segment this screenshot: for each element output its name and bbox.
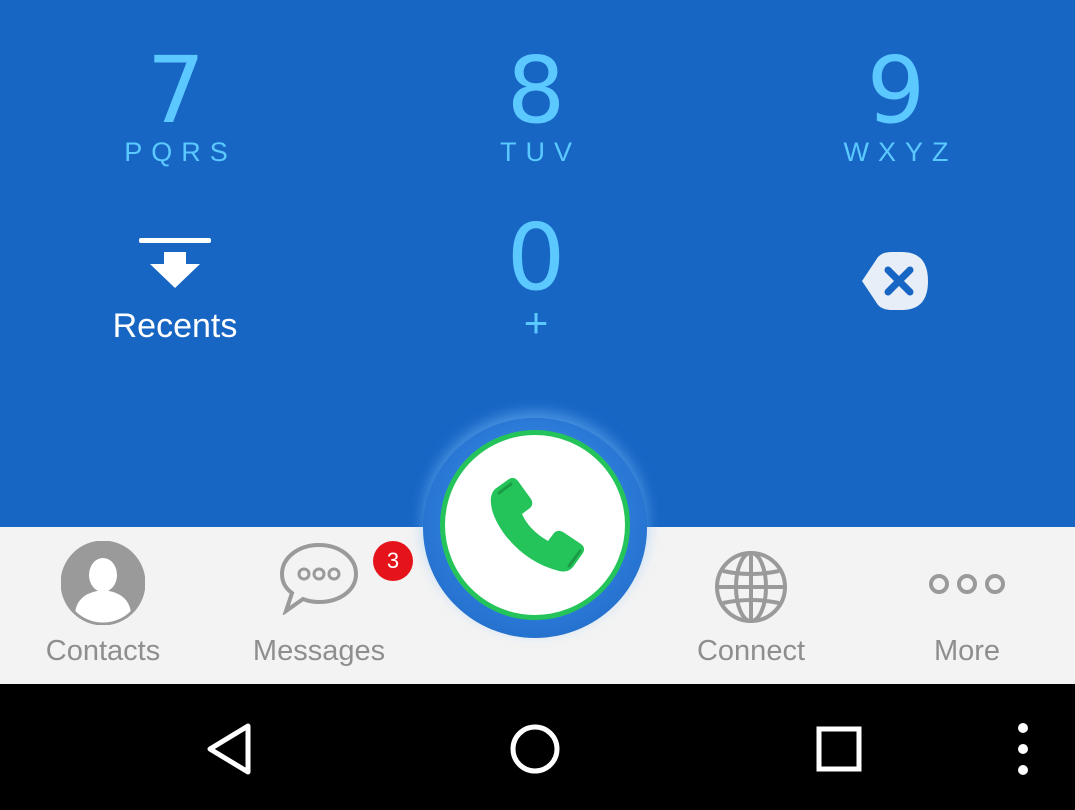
back-icon <box>207 723 251 775</box>
globe-icon <box>715 551 787 623</box>
call-button[interactable] <box>440 430 630 620</box>
chat-bubble-icon <box>279 542 359 615</box>
tab-label: Messages <box>252 635 386 667</box>
phone-icon <box>490 477 585 572</box>
pull-down-arrow-icon <box>139 238 211 288</box>
home-icon <box>510 724 560 774</box>
tab-label: More <box>933 635 1001 667</box>
overflow-menu-icon <box>1018 723 1028 775</box>
backspace-icon <box>862 252 928 310</box>
key-letters: PQRS <box>124 137 237 167</box>
backspace-button[interactable] <box>858 248 934 314</box>
key-7[interactable]: 7 PQRS <box>56 45 296 195</box>
unread-messages-badge: 3 <box>373 541 413 581</box>
system-navigation-bar <box>0 684 1075 810</box>
overflow-menu-button[interactable] <box>988 714 1058 784</box>
call-button-ring <box>423 418 647 638</box>
recents-button[interactable]: Recents <box>75 236 275 351</box>
key-digit: 7 <box>146 37 206 144</box>
tab-contacts[interactable]: Contacts <box>13 527 193 684</box>
key-plus: + <box>523 299 549 346</box>
key-letters: WXYZ <box>843 137 958 167</box>
key-letters: TUV <box>500 137 581 167</box>
recent-apps-icon <box>816 726 862 772</box>
key-digit: 8 <box>506 37 566 144</box>
key-8[interactable]: 8 TUV <box>416 45 656 195</box>
tab-label: Contacts <box>45 635 161 667</box>
home-button[interactable] <box>500 714 570 784</box>
recent-apps-button[interactable] <box>804 714 874 784</box>
tab-connect[interactable]: Connect <box>661 527 841 684</box>
key-0[interactable]: 0 + <box>416 212 656 362</box>
tab-label: Connect <box>696 635 805 667</box>
person-icon <box>61 541 145 625</box>
more-dots-icon <box>929 574 1005 594</box>
back-button[interactable] <box>198 714 268 784</box>
tab-more[interactable]: More <box>877 527 1057 684</box>
key-digit: 9 <box>866 37 926 144</box>
key-digit: 0 <box>506 204 566 311</box>
key-9[interactable]: 9 WXYZ <box>776 45 1016 195</box>
recents-label: Recents <box>112 307 238 345</box>
